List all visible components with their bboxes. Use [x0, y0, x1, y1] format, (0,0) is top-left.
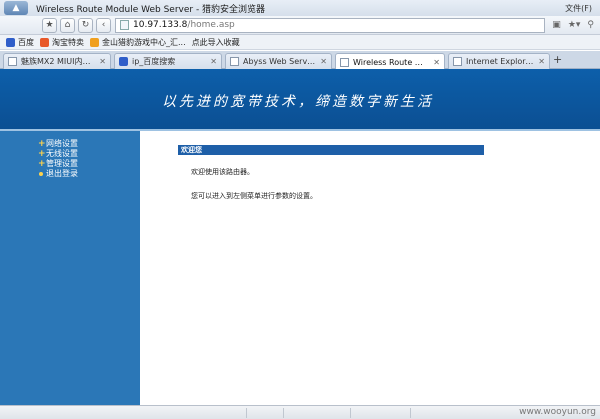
welcome-message: 欢迎使用该路由器。	[191, 168, 254, 176]
sidebar-item-label: 管理设置	[46, 159, 78, 168]
status-divider	[246, 408, 247, 418]
address-host: 10.97.133.8	[133, 20, 188, 30]
sidebar-item-management-settings[interactable]: + 管理设置	[38, 159, 78, 169]
bookmark-label: 淘宝特卖	[52, 37, 84, 47]
bookmark-label: 金山猎豹游戏中心_汇...	[102, 37, 186, 47]
sidebar-item-label: 退出登录	[46, 169, 78, 178]
baidu-paw-icon	[6, 37, 15, 47]
refresh-icon[interactable]: ↻	[78, 17, 93, 33]
page-icon	[120, 20, 129, 30]
plus-icon: +	[38, 139, 46, 149]
tab-meizu[interactable]: 魅族MX2 MIUI内测版... ✕	[3, 53, 111, 69]
instruction-text: 您可以进入到左侧菜单进行参数的设置。	[191, 192, 317, 200]
tab-wireless-route[interactable]: Wireless Route Mod... ✕	[335, 53, 445, 70]
status-bar: www.wooyun.org	[0, 405, 600, 419]
favorites-star-icon[interactable]: ★	[42, 17, 57, 33]
tab-strip: 魅族MX2 MIUI内测版... ✕ ip_百度搜索 ✕ Abyss Web S…	[0, 51, 600, 70]
tab-label: Internet Explorer 无...	[466, 57, 534, 66]
home-icon[interactable]: ⌂	[60, 17, 75, 33]
bookmark-baidu[interactable]: 百度	[6, 37, 34, 48]
divider	[0, 129, 600, 131]
address-path: /home.asp	[187, 20, 235, 30]
jinshan-icon	[90, 37, 99, 47]
new-tab-button[interactable]: +	[553, 53, 562, 66]
sidebar-item-label: 无线设置	[46, 149, 78, 158]
status-divider	[350, 408, 351, 418]
nav-right-tools: ▣ ★▾ ⚲	[552, 20, 594, 30]
file-menu[interactable]: 文件(F)	[565, 3, 592, 14]
sidebar-item-label: 网络设置	[46, 139, 78, 148]
page-icon	[230, 57, 239, 66]
tab-label: Wireless Route Mod...	[353, 57, 429, 67]
tab-label: ip_百度搜索	[132, 57, 176, 66]
sidebar-item-network-settings[interactable]: + 网络设置	[38, 139, 78, 149]
bookmarks-bar: 百度 淘宝特卖 金山猎豹游戏中心_汇... 点此导入收藏	[0, 35, 600, 50]
baidu-paw-icon	[119, 57, 128, 66]
bookmark-label: 百度	[18, 37, 34, 47]
welcome-header: 欢迎您	[178, 145, 484, 155]
favorites-menu-icon[interactable]: ★▾	[568, 20, 581, 30]
close-icon[interactable]: ✕	[99, 57, 106, 66]
tab-ip-search[interactable]: ip_百度搜索 ✕	[114, 53, 222, 69]
back-icon[interactable]: ‹	[96, 17, 111, 33]
status-divider	[410, 408, 411, 418]
search-icon[interactable]: ⚲	[587, 20, 594, 30]
sidebar-menu: + 网络设置 + 无线设置 + 管理设置 退出登录	[38, 139, 78, 179]
bookmark-taobao[interactable]: 淘宝特卖	[40, 37, 84, 48]
sidebar-item-logout[interactable]: 退出登录	[38, 169, 78, 179]
sidebar-item-wireless-settings[interactable]: + 无线设置	[38, 149, 78, 159]
close-icon[interactable]: ✕	[210, 57, 217, 66]
navigation-bar: ★ ⌂ ↻ ‹ 10.97.133.8/home.asp ▣ ★▾ ⚲	[0, 16, 600, 35]
bookmark-label: 点此导入收藏	[191, 37, 240, 47]
close-icon[interactable]: ✕	[320, 57, 327, 66]
bookmark-import[interactable]: 点此导入收藏	[192, 37, 240, 48]
bullet-dot-icon	[39, 172, 43, 176]
tab-label: 魅族MX2 MIUI内测版...	[21, 57, 95, 66]
banner-slogan: 以先进的宽带技术，缔造数字新生活	[162, 94, 434, 110]
plus-icon: +	[38, 159, 46, 169]
bookmark-jinshan[interactable]: 金山猎豹游戏中心_汇...	[90, 37, 186, 48]
page-icon	[453, 57, 462, 66]
sidebar: + 网络设置 + 无线设置 + 管理设置 退出登录	[0, 129, 140, 405]
status-divider	[283, 408, 284, 418]
tab-internet-explorer[interactable]: Internet Explorer 无... ✕	[448, 53, 550, 69]
browser-logo-icon[interactable]: ▲	[4, 1, 28, 15]
window-title: Wireless Route Module Web Server - 猎豹安全浏…	[36, 4, 266, 15]
page-banner: 以先进的宽带技术，缔造数字新生活	[0, 69, 600, 129]
plus-icon: +	[38, 149, 46, 159]
close-icon[interactable]: ✕	[538, 57, 545, 66]
tab-label: Abyss Web Server访...	[243, 57, 316, 66]
close-icon[interactable]: ✕	[433, 58, 440, 67]
page-icon	[340, 57, 349, 67]
taobao-icon	[40, 37, 49, 47]
tab-abyss[interactable]: Abyss Web Server访... ✕	[225, 53, 332, 69]
screenshot-icon[interactable]: ▣	[552, 20, 561, 30]
page-icon	[8, 57, 17, 66]
title-bar: ▲ Wireless Route Module Web Server - 猎豹安…	[0, 0, 600, 16]
watermark-text: www.wooyun.org	[519, 407, 596, 417]
address-bar[interactable]: 10.97.133.8/home.asp	[115, 17, 545, 33]
